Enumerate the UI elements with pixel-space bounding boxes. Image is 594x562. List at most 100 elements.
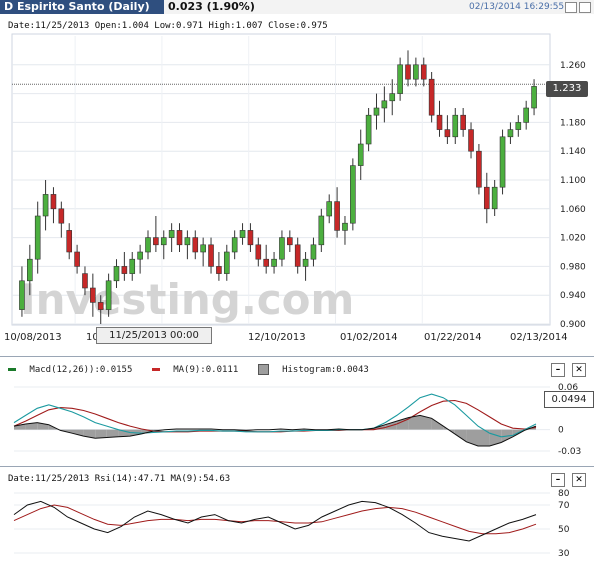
candle (310, 237, 317, 267)
candle (58, 201, 65, 238)
histogram-bar (106, 429, 119, 438)
candle-body (200, 244, 206, 253)
y-tick-label: 1.260 (560, 61, 586, 71)
candle (176, 223, 183, 252)
rsi-chart[interactable]: 80 70 50 30 (0, 467, 594, 562)
candle-body (121, 266, 128, 274)
histogram-bar (489, 429, 502, 447)
candle (208, 237, 214, 274)
candle-body (507, 129, 514, 138)
candle-body (452, 114, 459, 138)
candle-body (318, 215, 325, 246)
candle (137, 244, 143, 274)
candle-body (137, 251, 143, 260)
candle-body (247, 230, 254, 246)
y-tick-label: 70 (558, 501, 570, 511)
candle-body (279, 237, 285, 260)
x-tick-label: 01/02/2014 (340, 332, 398, 343)
candle (42, 180, 49, 231)
candle-body (468, 129, 474, 152)
x-tick-label: 12/10/2013 (248, 332, 306, 343)
candle-body (483, 186, 490, 210)
candle-body (192, 237, 199, 253)
candle (405, 50, 411, 87)
candle-body (97, 302, 104, 310)
candle (468, 122, 474, 159)
candle (507, 122, 514, 144)
candle-body (342, 222, 348, 231)
rsi-panel: Date:11/25/2013 Rsi(14):47.71 MA(9):54.6… (0, 466, 594, 562)
y-tick-label: -0.03 (558, 447, 581, 457)
crosshair-date-tag[interactable]: 11/25/2013 00:00 (96, 327, 212, 344)
candle-body (397, 64, 403, 94)
candle-body (184, 237, 191, 246)
maximize-window-icon[interactable] (579, 2, 591, 13)
minimize-window-icon[interactable] (565, 2, 577, 13)
candle-body (302, 258, 309, 267)
candle-body (176, 230, 183, 246)
candle (428, 72, 435, 123)
candle-body (50, 194, 57, 210)
candle (294, 237, 301, 274)
macd-signal-line (13, 399, 537, 433)
candle (499, 129, 506, 195)
candle-body (239, 230, 246, 238)
y-tick-label: 80 (558, 489, 570, 499)
candle (365, 108, 372, 152)
candle-body (515, 122, 522, 130)
candle-body (153, 237, 159, 246)
candle (231, 230, 238, 260)
macd-value-tag: 0.0494 (544, 391, 594, 408)
candle-body (129, 258, 136, 274)
macd-chart[interactable]: 0.060-0.03 (0, 357, 594, 459)
candle-body (19, 280, 25, 310)
candle-body (27, 258, 33, 282)
y-tick-label: 1.020 (560, 234, 586, 244)
candle-body (82, 273, 88, 289)
candle (255, 237, 262, 267)
x-tick-label: 10/08/2013 (4, 332, 62, 343)
candle-body (389, 93, 396, 102)
candle-body (365, 114, 372, 145)
last-price-tag: 1.233 (546, 81, 588, 97)
candle (460, 108, 466, 137)
candle-body (208, 244, 214, 267)
candle-body (34, 215, 41, 260)
candle-body (357, 143, 364, 166)
candle-body (350, 165, 356, 224)
candle (452, 108, 459, 144)
candle (34, 201, 41, 274)
x-tick-label: 01/22/2014 (424, 332, 482, 343)
candle-body (287, 237, 293, 246)
candle (287, 230, 293, 252)
candle-body (413, 64, 419, 80)
crosshair-date-label: 11/25/2013 00:00 (109, 330, 199, 341)
price-change: 0.023 (1.90%) (168, 0, 255, 13)
candle-body (420, 64, 427, 80)
candlestick-chart[interactable]: Investing.com 1.2601.2201.1801.1401.1001… (0, 16, 594, 348)
instrument-title: D Espirito Santo (Daily) (0, 0, 164, 14)
candle (239, 223, 246, 245)
candle-body (105, 280, 112, 310)
candle (50, 187, 57, 224)
y-tick-label: 1.140 (560, 147, 586, 157)
candle-body (460, 114, 466, 130)
candle-body (428, 78, 435, 116)
candle (145, 230, 151, 260)
candle (271, 252, 277, 274)
candle-body (168, 230, 175, 238)
y-tick-label: 30 (558, 549, 570, 559)
candle-body (531, 86, 537, 109)
candle (200, 237, 206, 267)
candle-body (58, 208, 65, 224)
y-tick-label: 1.100 (560, 176, 586, 186)
candle (279, 230, 285, 267)
price-panel: Date:11/25/2013 Open:1.004 Low:0.971 Hig… (0, 16, 594, 348)
chart-header: D Espirito Santo (Daily) 0.023 (1.90%) 0… (0, 0, 594, 14)
candle (523, 100, 529, 130)
candle-body (223, 251, 230, 274)
y-tick-label: 0.940 (560, 291, 586, 301)
candle-body (271, 258, 277, 267)
candle-body (373, 107, 380, 116)
last-price-value: 1.233 (552, 83, 582, 94)
